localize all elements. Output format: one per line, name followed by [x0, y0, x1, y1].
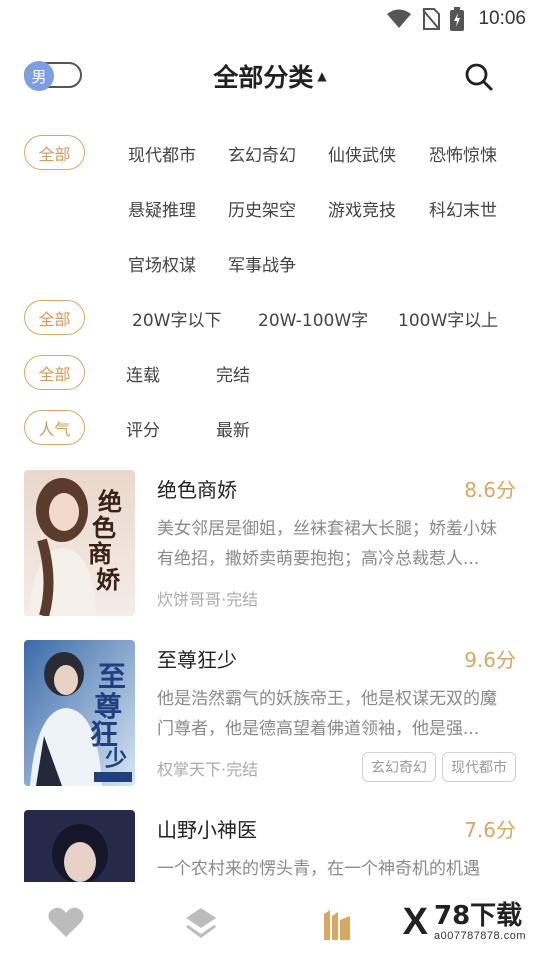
book-title: 绝色商娇: [157, 478, 237, 502]
category-option[interactable]: 恐怖惊悚: [429, 141, 497, 166]
status-option[interactable]: 完结: [216, 361, 250, 386]
book-list-item[interactable]: 绝 色 商 娇 绝色商娇 8.6分 美女邻居是御姐，丝袜套裙大长腿；娇羞小妹有绝…: [0, 470, 540, 620]
book-title: 山野小神医: [157, 818, 257, 842]
caret-up-icon: ▲: [317, 69, 327, 83]
page-title-text: 全部分类: [213, 63, 314, 92]
sort-filter-row: 人气 评分 最新: [0, 408, 540, 448]
word-count-option[interactable]: 100W字以上: [398, 306, 498, 331]
heart-icon: [48, 907, 84, 937]
status-bar: 10:06: [0, 0, 540, 38]
category-option[interactable]: 现代都市: [128, 141, 196, 166]
book-score: 9.6分: [464, 648, 516, 672]
nav-bookshelf[interactable]: [184, 906, 224, 942]
layers-icon: [186, 908, 216, 938]
book-list-item[interactable]: 至 尊 狂 少 至尊狂少 9.6分 他是浩然霸气的妖族帝王，他是权谋无双的魔门尊…: [0, 640, 540, 790]
sort-popular-chip[interactable]: 人气: [24, 410, 85, 445]
page-title[interactable]: 全部分类 ▲: [0, 58, 540, 94]
category-option[interactable]: 仙侠武侠: [328, 141, 396, 166]
book-description: 一个农村来的愣头青，在一个神奇机的机遇: [157, 859, 480, 879]
category-filter-row: 全部 现代都市 玄幻奇幻 仙侠武侠 恐怖惊悚: [0, 133, 540, 173]
book-score: 7.6分: [464, 818, 516, 842]
status-time: 10:06: [478, 8, 526, 29]
book-description: 美女邻居是御姐，丝袜套裙大长腿；娇羞小妹有绝招，撒娇卖萌要抱抱；高冷总裁惹人..…: [157, 519, 497, 569]
book-score: 8.6分: [464, 478, 516, 502]
word-count-option[interactable]: 20W-100W字: [258, 306, 368, 331]
book-tag[interactable]: 现代都市: [442, 752, 516, 782]
category-option[interactable]: 官场权谋: [128, 251, 196, 276]
svg-text:商: 商: [88, 539, 112, 568]
category-option[interactable]: 历史架空: [228, 196, 296, 221]
book-cover[interactable]: 绝 色 商 娇: [24, 470, 135, 616]
svg-text:少: 少: [104, 746, 127, 772]
no-sim-icon: [422, 8, 441, 30]
category-option[interactable]: 悬疑推理: [128, 196, 196, 221]
search-icon: [465, 63, 493, 91]
book-list-item[interactable]: 山野小神医 7.6分 一个农村来的愣头青，在一个神奇机的机遇: [0, 810, 540, 882]
category-option[interactable]: 玄幻奇幻: [228, 141, 296, 166]
watermark-logo: X: [402, 901, 428, 943]
svg-text:娇: 娇: [96, 565, 121, 594]
battery-charging-icon: [450, 7, 465, 31]
book-tag[interactable]: 玄幻奇幻: [362, 752, 436, 782]
sort-option[interactable]: 最新: [216, 416, 250, 441]
category-option[interactable]: 军事战争: [228, 251, 296, 276]
wifi-icon: [387, 9, 412, 28]
watermark: X 78下载 a007787878.com: [403, 902, 526, 942]
sort-option[interactable]: 评分: [126, 416, 160, 441]
category-filter-row-2: 悬疑推理 历史架空 游戏竞技 科幻末世: [0, 188, 540, 228]
word-count-all-chip[interactable]: 全部: [24, 300, 85, 335]
watermark-url: a007787878.com: [433, 930, 526, 942]
book-author-status: 权掌天下·完结: [157, 760, 259, 779]
bottom-nav: X 78下载 a007787878.com: [0, 882, 540, 960]
header: 男 全部分类 ▲: [0, 50, 540, 102]
book-title: 至尊狂少: [157, 648, 237, 672]
category-option[interactable]: 游戏竞技: [328, 196, 396, 221]
word-count-filter-row: 全部 20W字以下 20W-100W字 100W字以上: [0, 298, 540, 338]
svg-text:绝: 绝: [98, 487, 122, 516]
nav-favorites[interactable]: [48, 906, 88, 942]
nav-category[interactable]: [322, 906, 362, 942]
status-all-chip[interactable]: 全部: [24, 355, 85, 390]
book-description: 他是浩然霸气的妖族帝王，他是权谋无双的魔门尊者，他是德高望着佛道领袖，他是强..…: [157, 689, 497, 739]
category-all-chip[interactable]: 全部: [24, 135, 85, 170]
category-icon: [324, 910, 350, 940]
search-button[interactable]: [464, 62, 494, 92]
book-author-status: 炊饼哥哥·完结: [157, 590, 259, 609]
category-option[interactable]: 科幻末世: [429, 196, 497, 221]
svg-text:至: 至: [98, 660, 126, 693]
book-tags: 玄幻奇幻 现代都市: [362, 752, 516, 782]
svg-text:色: 色: [92, 513, 116, 542]
status-option[interactable]: 连载: [126, 361, 160, 386]
status-filter-row: 全部 连载 完结: [0, 353, 540, 393]
book-cover[interactable]: [24, 810, 135, 882]
book-cover[interactable]: 至 尊 狂 少: [24, 640, 135, 786]
word-count-option[interactable]: 20W字以下: [132, 306, 221, 331]
category-filter-row-3: 官场权谋 军事战争: [0, 243, 540, 283]
watermark-name: 78下载: [433, 901, 523, 931]
